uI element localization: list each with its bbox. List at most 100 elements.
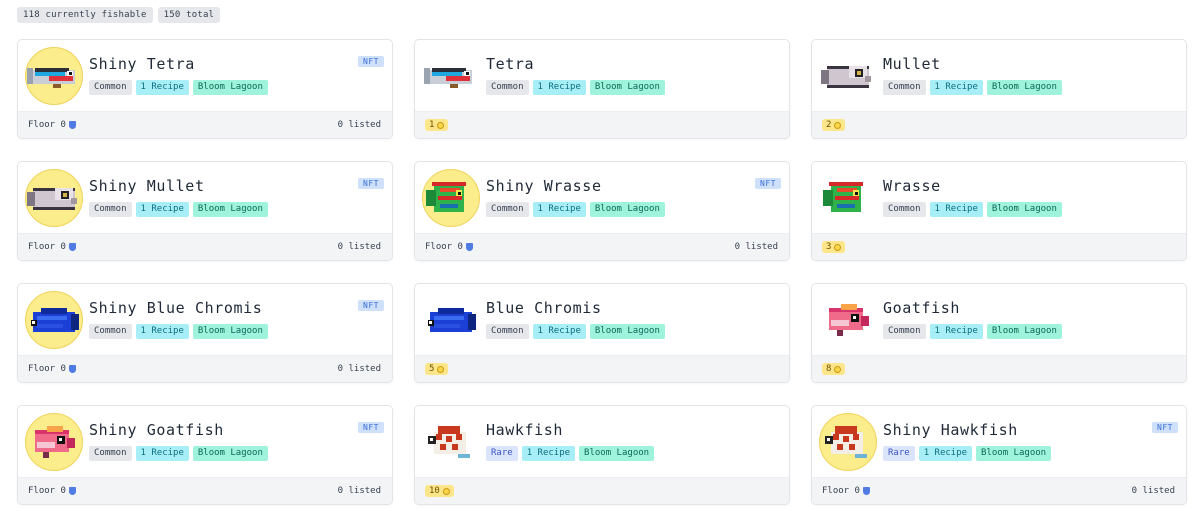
- fish-name: Hawkfish: [486, 421, 564, 439]
- fish-card-tetra[interactable]: Tetra Common 1 Recipe Bloom Lagoon 1: [414, 39, 790, 139]
- total-count: 150 total: [157, 7, 221, 23]
- floor-price: Floor 0: [28, 364, 76, 374]
- location-tag[interactable]: Bloom Lagoon: [192, 446, 268, 461]
- fish-name: Blue Chromis: [486, 299, 602, 317]
- recipe-tag[interactable]: 1 Recipe: [135, 446, 189, 461]
- card-footer: Floor 0 0 listed: [18, 233, 392, 260]
- floor-label: Floor 0: [822, 486, 860, 496]
- card-footer: Floor 0 0 listed: [18, 111, 392, 138]
- floor-label: Floor 0: [28, 242, 66, 252]
- location-tag[interactable]: Bloom Lagoon: [579, 446, 655, 461]
- coin-price-value: 3: [826, 242, 832, 252]
- fish-tags: Common 1 Recipe Bloom Lagoon: [883, 324, 1062, 339]
- fish-card-shiny-wrasse[interactable]: Shiny Wrasse Common 1 Recipe Bloom Lagoo…: [414, 161, 790, 261]
- shield-icon: [465, 243, 473, 251]
- recipe-tag[interactable]: 1 Recipe: [532, 202, 586, 217]
- location-tag[interactable]: Bloom Lagoon: [986, 202, 1062, 217]
- coin-icon: [442, 487, 450, 495]
- fish-name: Shiny Wrasse: [486, 177, 602, 195]
- location-tag[interactable]: Bloom Lagoon: [192, 80, 268, 95]
- recipe-tag[interactable]: 1 Recipe: [532, 80, 586, 95]
- fish-tags: Rare 1 Recipe Bloom Lagoon: [883, 446, 1052, 461]
- rarity-tag: Common: [89, 202, 132, 217]
- wrasse-fish-icon: [426, 182, 466, 212]
- recipe-tag[interactable]: 1 Recipe: [135, 80, 189, 95]
- fish-card-mullet[interactable]: Mullet Common 1 Recipe Bloom Lagoon 2: [811, 39, 1187, 139]
- listed-count[interactable]: 0 listed: [338, 242, 381, 252]
- location-tag[interactable]: Bloom Lagoon: [192, 202, 268, 217]
- listed-count[interactable]: 0 listed: [1132, 486, 1175, 496]
- coin-price-value: 10: [429, 486, 440, 496]
- fish-card-goatfish[interactable]: Goatfish Common 1 Recipe Bloom Lagoon 8: [811, 283, 1187, 383]
- coin-icon: [834, 121, 842, 129]
- recipe-tag[interactable]: 1 Recipe: [135, 324, 189, 339]
- fish-name: Shiny Hawkfish: [883, 421, 1018, 439]
- fish-tags: Common 1 Recipe Bloom Lagoon: [89, 80, 268, 95]
- recipe-tag[interactable]: 1 Recipe: [521, 446, 576, 461]
- location-tag[interactable]: Bloom Lagoon: [986, 324, 1062, 339]
- goatfish-fish-icon: [829, 304, 869, 336]
- fishable-count: 118 currently fishable: [17, 7, 153, 23]
- listed-count[interactable]: 0 listed: [338, 486, 381, 496]
- fish-card-shiny-mullet[interactable]: Shiny Mullet Common 1 Recipe Bloom Lagoo…: [17, 161, 393, 261]
- floor-price: Floor 0: [28, 120, 76, 130]
- hawkfish-fish-icon: [825, 426, 867, 458]
- location-tag[interactable]: Bloom Lagoon: [589, 202, 665, 217]
- listed-count[interactable]: 0 listed: [338, 120, 381, 130]
- fish-card-blue-chromis[interactable]: Blue Chromis Common 1 Recipe Bloom Lagoo…: [414, 283, 790, 383]
- card-footer: Floor 0 0 listed: [415, 233, 789, 260]
- floor-label: Floor 0: [425, 242, 463, 252]
- coin-icon: [834, 243, 842, 251]
- fish-card-shiny-blue-chromis[interactable]: Shiny Blue Chromis Common 1 Recipe Bloom…: [17, 283, 393, 383]
- listed-count[interactable]: 0 listed: [735, 242, 778, 252]
- fish-card-hawkfish[interactable]: Hawkfish Rare 1 Recipe Bloom Lagoon 10: [414, 405, 790, 505]
- fish-name: Shiny Goatfish: [89, 421, 224, 439]
- floor-price: Floor 0: [822, 486, 870, 496]
- fish-name: Shiny Tetra: [89, 55, 195, 73]
- fish-card-shiny-hawkfish[interactable]: Shiny Hawkfish Rare 1 Recipe Bloom Lagoo…: [811, 405, 1187, 505]
- location-tag[interactable]: Bloom Lagoon: [986, 80, 1062, 95]
- fish-name: Tetra: [486, 55, 535, 73]
- location-tag[interactable]: Bloom Lagoon: [589, 80, 665, 95]
- hawkfish-fish-icon: [428, 426, 470, 458]
- recipe-tag[interactable]: 1 Recipe: [135, 202, 189, 217]
- recipe-tag[interactable]: 1 Recipe: [532, 324, 586, 339]
- coin-price-value: 1: [429, 120, 435, 130]
- shield-icon: [68, 365, 76, 373]
- fish-portrait: [819, 47, 877, 105]
- recipe-tag[interactable]: 1 Recipe: [918, 446, 973, 461]
- recipe-tag[interactable]: 1 Recipe: [929, 80, 983, 95]
- fish-card-wrasse[interactable]: Wrasse Common 1 Recipe Bloom Lagoon 3: [811, 161, 1187, 261]
- shield-icon: [68, 121, 76, 129]
- listed-count[interactable]: 0 listed: [338, 364, 381, 374]
- card-footer: 1: [415, 111, 789, 138]
- fish-tags: Common 1 Recipe Bloom Lagoon: [883, 202, 1062, 217]
- fish-tags: Common 1 Recipe Bloom Lagoon: [883, 80, 1062, 95]
- fish-name: Shiny Blue Chromis: [89, 299, 263, 317]
- blue-chromis-fish-icon: [31, 308, 79, 332]
- fish-portrait: [819, 291, 877, 349]
- floor-price: Floor 0: [28, 486, 76, 496]
- location-tag[interactable]: Bloom Lagoon: [589, 324, 665, 339]
- shield-icon: [68, 487, 76, 495]
- floor-label: Floor 0: [28, 486, 66, 496]
- location-tag[interactable]: Bloom Lagoon: [976, 446, 1052, 461]
- recipe-tag[interactable]: 1 Recipe: [929, 324, 983, 339]
- nft-badge: NFT: [358, 300, 384, 311]
- mullet-fish-icon: [27, 188, 77, 210]
- fish-card-shiny-goatfish[interactable]: Shiny Goatfish Common 1 Recipe Bloom Lag…: [17, 405, 393, 505]
- shield-icon: [862, 487, 870, 495]
- coin-icon: [437, 121, 445, 129]
- blue-chromis-fish-icon: [428, 308, 476, 332]
- rarity-tag: Common: [883, 202, 926, 217]
- floor-price: Floor 0: [28, 242, 76, 252]
- recipe-tag[interactable]: 1 Recipe: [929, 202, 983, 217]
- tetra-fish-icon: [424, 68, 472, 88]
- floor-label: Floor 0: [28, 364, 66, 374]
- coin-icon: [834, 365, 842, 373]
- location-tag[interactable]: Bloom Lagoon: [192, 324, 268, 339]
- fish-name: Shiny Mullet: [89, 177, 205, 195]
- fish-card-shiny-tetra[interactable]: Shiny Tetra Common 1 Recipe Bloom Lagoon…: [17, 39, 393, 139]
- coin-icon: [437, 365, 445, 373]
- nft-badge: NFT: [358, 56, 384, 67]
